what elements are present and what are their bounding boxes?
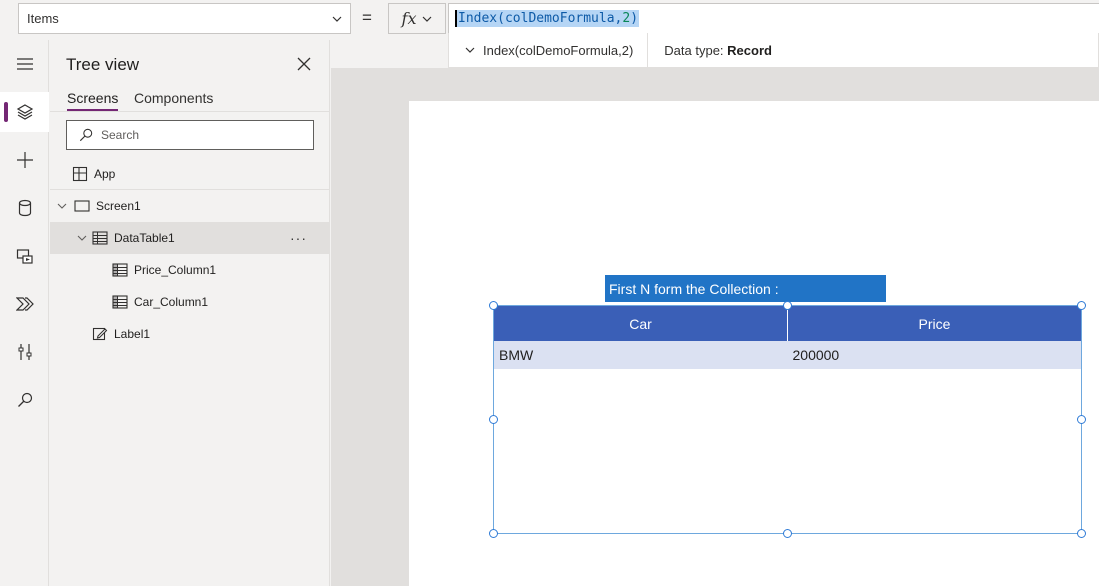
table-row[interactable]: BMW 200000 — [494, 341, 1081, 369]
hint-data-type: Data type: Record — [648, 43, 772, 58]
tab-components[interactable]: Components — [134, 90, 213, 106]
more-options-icon[interactable]: ··· — [290, 230, 307, 246]
formula-close-paren: ) — [630, 11, 639, 26]
table-cell-price: 200000 — [792, 347, 840, 363]
divider — [50, 111, 330, 112]
tree-item-label: Label1 — [114, 327, 151, 341]
tree-item-label1[interactable]: Label1 — [50, 318, 330, 350]
menu-icon — [16, 58, 33, 70]
tree-item-datatable1[interactable]: DataTable1 ··· — [50, 222, 330, 254]
column-header-price[interactable]: Price — [787, 306, 1081, 341]
chevron-down-icon — [465, 47, 475, 53]
table-header: Car Price — [494, 306, 1081, 341]
hint-expression-text: Index(colDemoFormula,2) — [483, 42, 634, 58]
media-button[interactable] — [0, 236, 49, 276]
column-icon — [112, 295, 128, 309]
search-icon — [79, 128, 93, 142]
resize-handle[interactable] — [489, 301, 498, 310]
label-text: First N form the Collection : — [609, 280, 779, 297]
tree-view-button[interactable] — [0, 92, 49, 132]
edit-label-icon — [92, 327, 108, 341]
add-icon — [16, 152, 33, 168]
advanced-tools-button[interactable] — [0, 332, 49, 372]
screen-icon — [74, 200, 90, 212]
tree-item-label: DataTable1 — [114, 231, 175, 245]
chevron-down-icon — [332, 16, 342, 22]
property-dropdown[interactable]: Items — [18, 3, 351, 34]
table-cell-car: BMW — [499, 347, 534, 363]
search-input[interactable]: Search — [66, 120, 314, 150]
menu-button[interactable] — [0, 44, 49, 84]
tree-item-label: Screen1 — [96, 199, 141, 213]
resize-handle[interactable] — [1077, 529, 1086, 538]
tree-item-price-column1[interactable]: Price_Column1 — [50, 254, 330, 286]
column-icon — [112, 263, 128, 277]
resize-handle[interactable] — [783, 529, 792, 538]
data-table-icon — [92, 231, 108, 245]
media-icon — [16, 249, 33, 264]
hint-expression[interactable]: Index(colDemoFormula,2) — [449, 33, 649, 67]
close-icon[interactable] — [296, 56, 312, 72]
chevron-down-icon — [77, 235, 87, 241]
chevron-down-icon — [57, 203, 67, 209]
tree-item-screen1[interactable]: Screen1 — [50, 190, 330, 222]
data-icon — [18, 199, 31, 217]
tree-item-app[interactable]: App — [50, 158, 330, 190]
equals-sign: = — [362, 8, 372, 27]
tree-item-car-column1[interactable]: Car_Column1 — [50, 286, 330, 318]
power-automate-button[interactable] — [0, 284, 49, 324]
layers-icon — [16, 104, 33, 120]
search-button[interactable] — [0, 380, 49, 420]
column-header-car[interactable]: Car — [494, 306, 787, 341]
app-icon — [72, 166, 88, 182]
search-icon — [17, 392, 32, 407]
panel-title: Tree view — [66, 55, 140, 74]
chevron-down-icon — [423, 16, 432, 22]
formula-input[interactable]: Index(colDemoFormula,2) — [448, 3, 1099, 34]
resize-handle[interactable] — [1077, 415, 1086, 424]
data-table-control[interactable]: Car Price BMW 200000 — [493, 305, 1082, 534]
insert-button[interactable] — [0, 140, 49, 180]
resize-handle[interactable] — [1077, 301, 1086, 310]
label-control[interactable]: First N form the Collection : — [605, 275, 886, 302]
fx-icon: fx — [401, 9, 417, 28]
tab-screens[interactable]: Screens — [67, 90, 119, 111]
power-automate-icon — [15, 297, 34, 311]
hint-type-label: Data type: — [664, 42, 724, 58]
hint-type-value: Record — [727, 42, 772, 58]
left-rail — [0, 40, 49, 586]
resize-handle[interactable] — [489, 415, 498, 424]
formula-text: Index(colDemoFormula,2) — [455, 10, 640, 27]
search-placeholder: Search — [101, 128, 140, 142]
tree-view-panel: Tree view Screens Components Search App … — [50, 40, 330, 586]
tree-item-label: App — [94, 167, 116, 181]
tree-item-label: Car_Column1 — [134, 295, 209, 309]
data-button[interactable] — [0, 188, 49, 228]
fx-button[interactable]: fx — [388, 3, 446, 34]
formula-function: Index(colDemoFormula, — [458, 11, 623, 26]
tools-icon — [18, 344, 31, 360]
formula-hint-bar: Index(colDemoFormula,2) Data type: Recor… — [448, 33, 1099, 68]
resize-handle[interactable] — [489, 529, 498, 538]
resize-handle[interactable] — [783, 301, 792, 310]
property-dropdown-value: Items — [27, 11, 59, 26]
tree-item-label: Price_Column1 — [134, 263, 217, 277]
